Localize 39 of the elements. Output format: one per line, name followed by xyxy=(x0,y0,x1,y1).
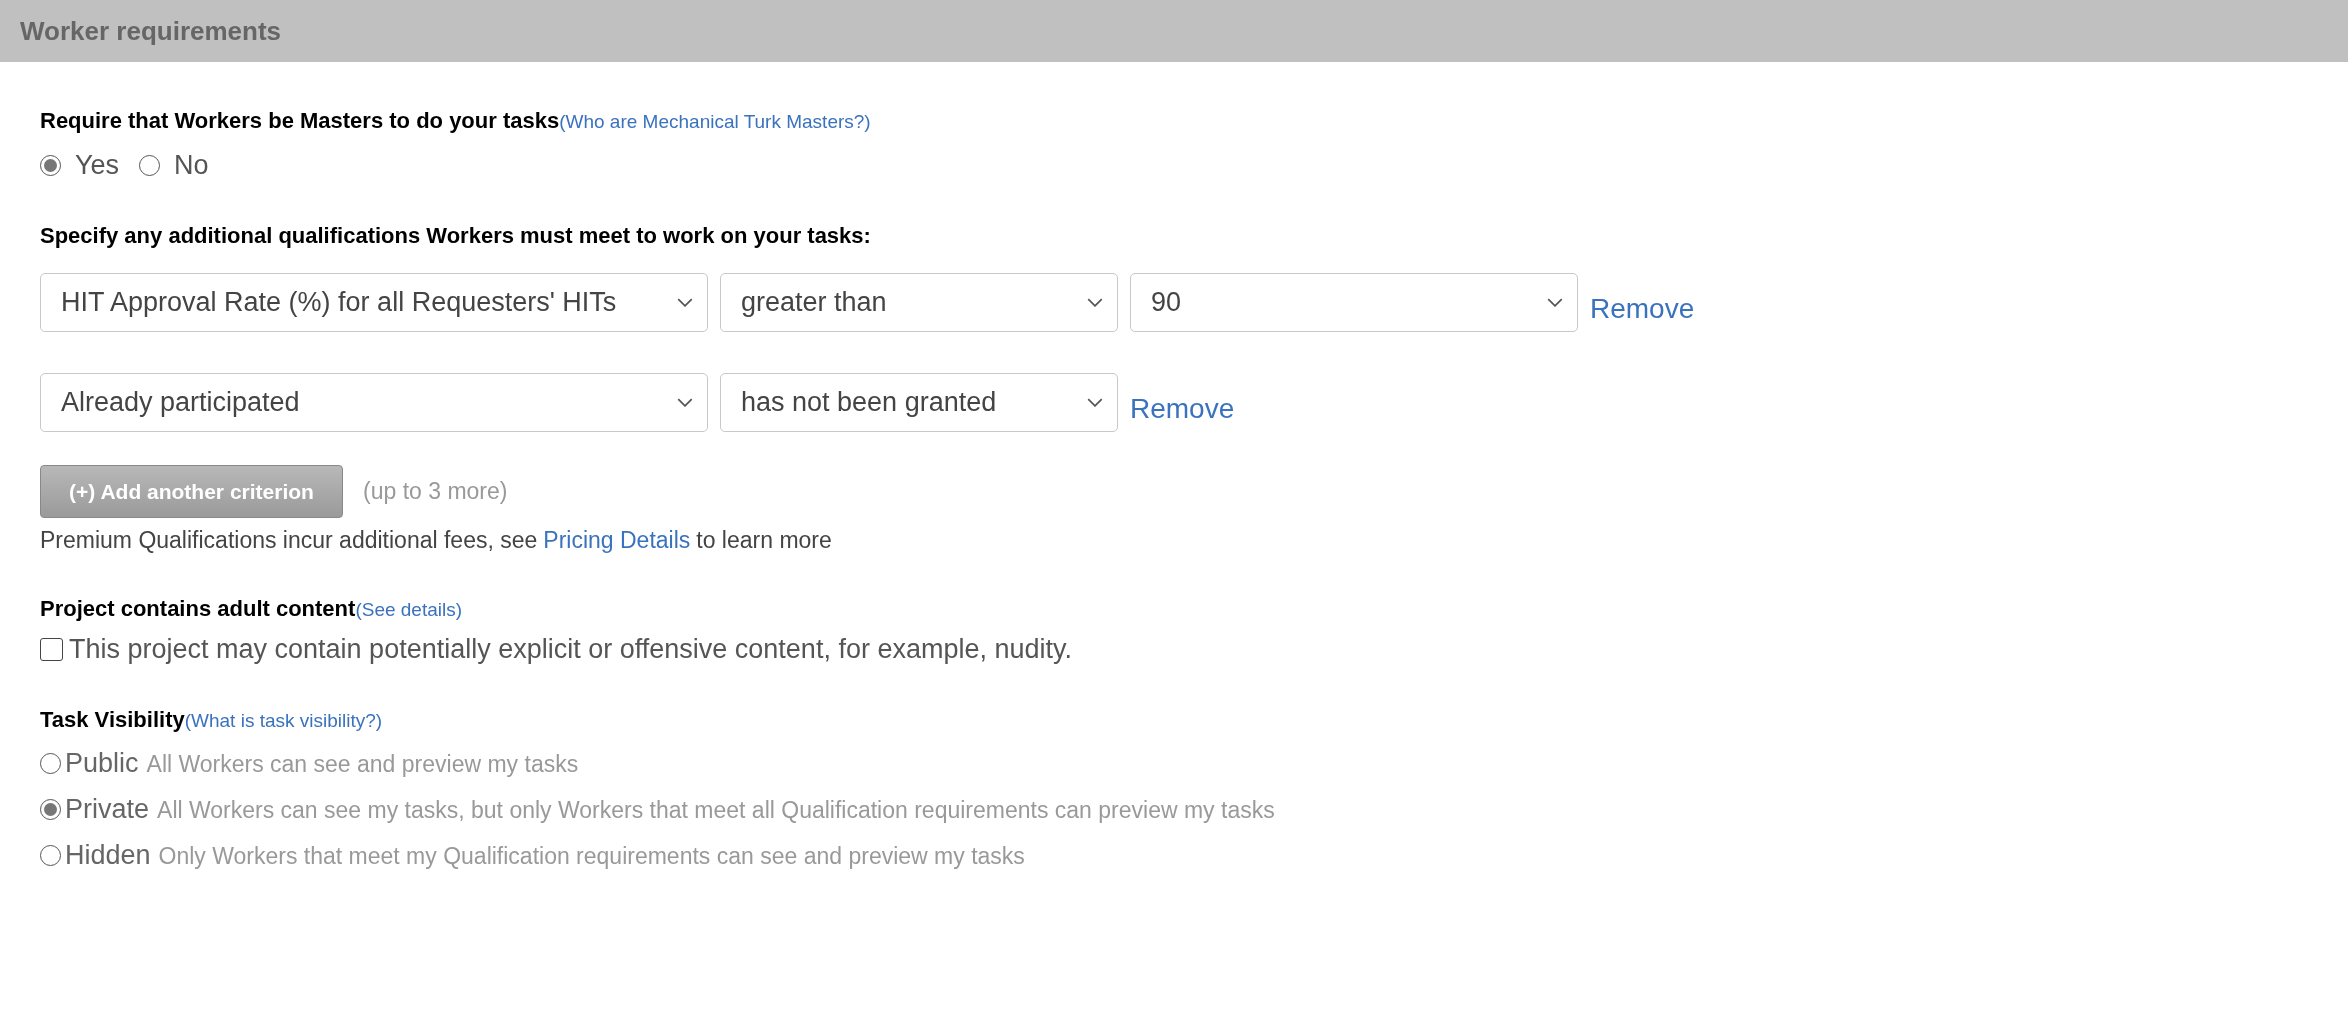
chevron-down-icon xyxy=(1547,298,1563,307)
remove-link[interactable]: Remove xyxy=(1590,292,1695,325)
radio-label: Yes xyxy=(75,150,120,181)
dropdown[interactable]: 90 xyxy=(1130,273,1578,332)
chevron-down-icon xyxy=(677,398,693,407)
help-link[interactable]: (See details) xyxy=(355,599,463,621)
section-label: Specify any additional qualifications Workers must meet to work on your tasks: xyxy=(40,223,871,249)
dropdown[interactable]: greater than xyxy=(720,273,1118,332)
radio-button[interactable] xyxy=(40,799,61,820)
section-title: Worker requirements xyxy=(20,15,282,47)
section-label: Project contains adult content xyxy=(40,596,356,622)
radio-label: Private xyxy=(65,794,150,825)
dropdown[interactable]: HIT Approval Rate (%) for all Requesters' HITs xyxy=(40,273,708,332)
option-description: Only Workers that meet my Qualification requirements can see and preview my tasks xyxy=(158,843,1025,870)
checkbox-label: This project may contain potentially explicit or offensive content, for example, nudity. xyxy=(69,634,1072,665)
pricing-details-link[interactable]: Pricing Details xyxy=(543,527,691,554)
dropdown[interactable]: Already participated xyxy=(40,373,708,432)
fees-note: to learn more xyxy=(696,527,832,554)
radio-label: Hidden xyxy=(65,840,151,871)
chevron-down-icon xyxy=(1087,298,1103,307)
radio-button[interactable] xyxy=(139,155,161,176)
chevron-down-icon xyxy=(1087,398,1103,407)
radio-label: No xyxy=(174,150,209,181)
radio-button[interactable] xyxy=(40,155,61,176)
help-link[interactable]: (What is task visibility?) xyxy=(184,710,383,732)
remove-link[interactable]: Remove xyxy=(1130,392,1235,425)
section-label: Task Visibility xyxy=(40,707,185,733)
radio-button[interactable] xyxy=(40,753,61,774)
option-description: All Workers can see my tasks, but only Workers that meet all Qualification requirements can preview my tasks xyxy=(157,797,1275,824)
fees-note: Premium Qualifications incur additional fees, see xyxy=(40,527,538,554)
checkbox[interactable] xyxy=(40,638,63,661)
dropdown[interactable]: has not been granted xyxy=(720,373,1118,432)
limit-note: (up to 3 more) xyxy=(363,478,508,505)
chevron-down-icon xyxy=(677,298,693,307)
help-link[interactable]: (Who are Mechanical Turk Masters?) xyxy=(559,111,871,133)
option-description: All Workers can see and preview my tasks xyxy=(146,751,579,778)
section-label: Require that Workers be Masters to do your tasks xyxy=(40,108,560,134)
radio-button[interactable] xyxy=(40,845,61,866)
radio-label: Public xyxy=(65,748,139,779)
